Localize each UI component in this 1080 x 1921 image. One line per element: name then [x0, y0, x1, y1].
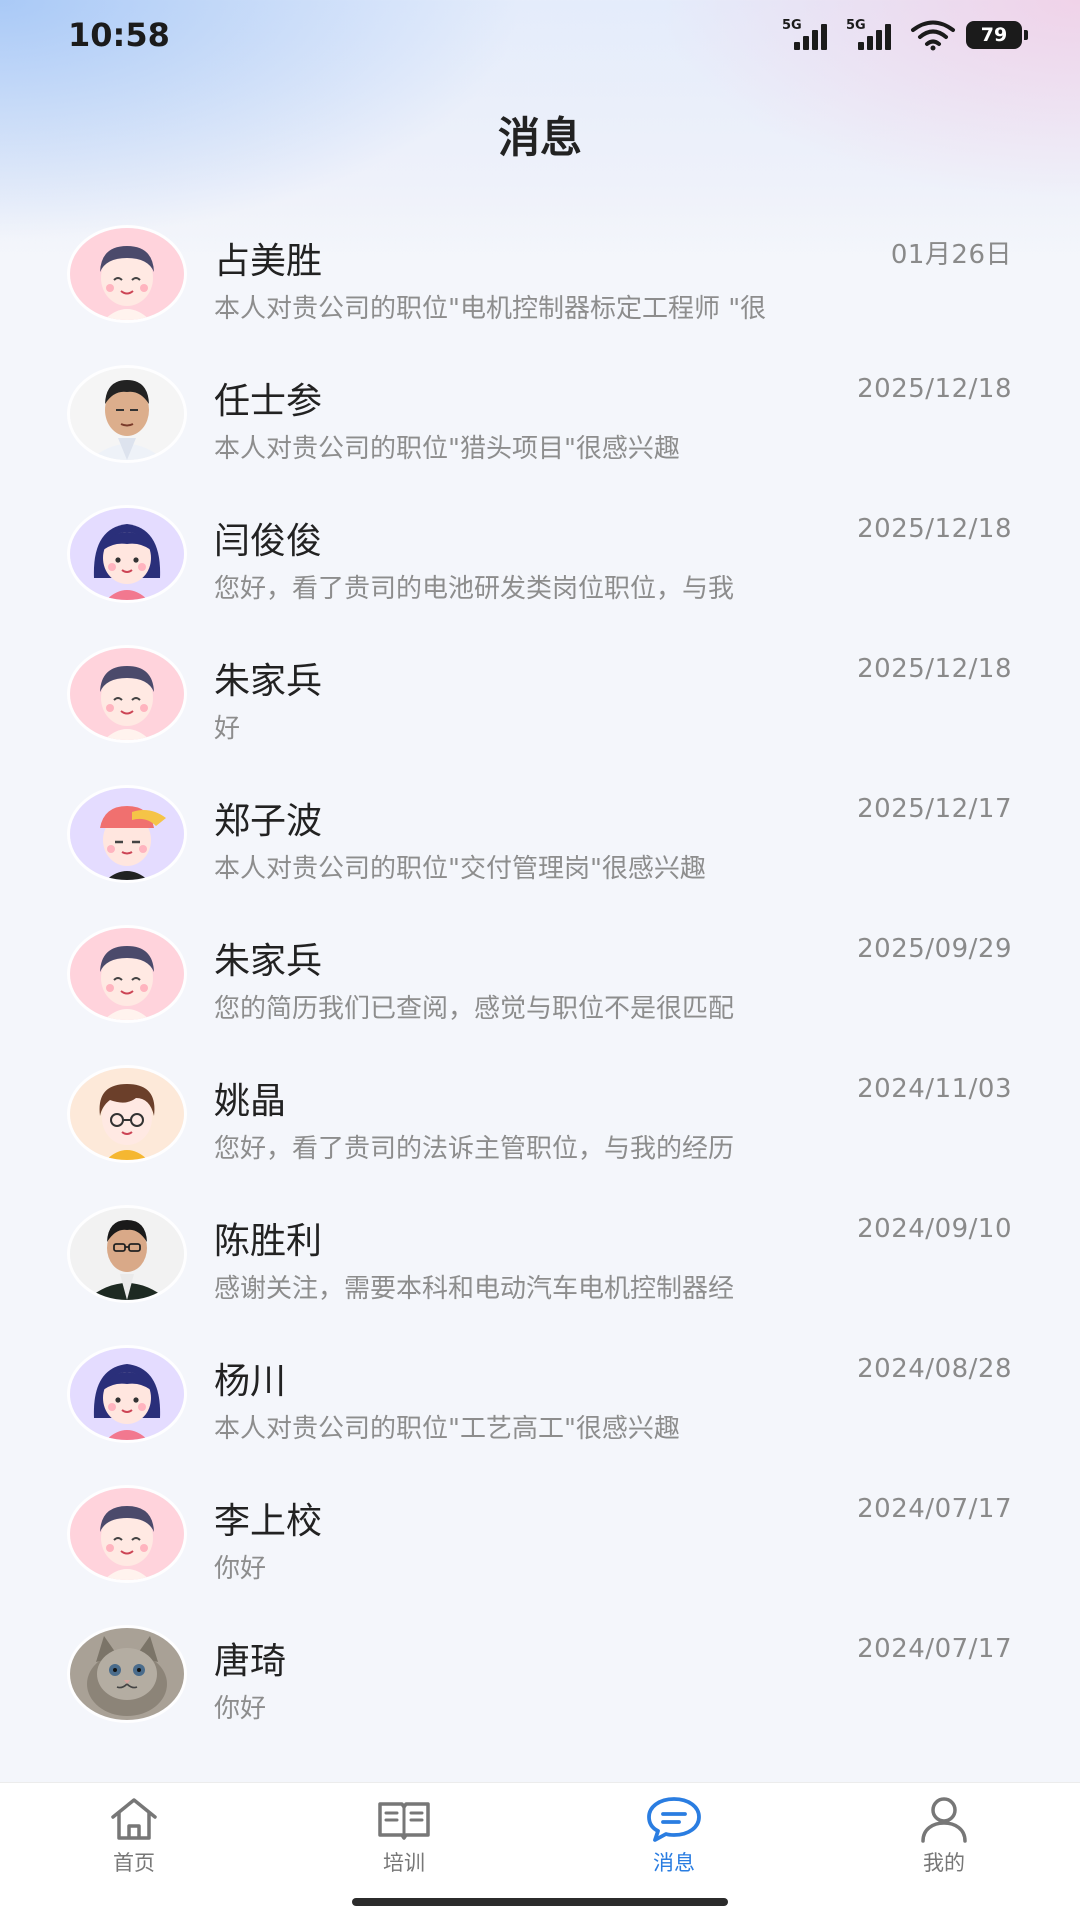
- conversation-item[interactable]: 任士参 2025/12/18 本人对贵公司的职位"猎头项目"很感兴趣: [0, 344, 1080, 484]
- message-preview: 本人对贵公司的职位"交付管理岗"很感兴趣: [214, 854, 706, 884]
- avatar[interactable]: [70, 508, 184, 600]
- avatar[interactable]: [70, 928, 184, 1020]
- conversation-item[interactable]: 唐琦 2024/07/17 你好: [0, 1604, 1080, 1744]
- avatar[interactable]: [70, 1208, 184, 1300]
- message-date: 2024/11/03: [857, 1074, 1012, 1104]
- status-bar: 10:58 5G 5G 79: [0, 0, 1080, 72]
- message-date: 2025/12/18: [857, 514, 1012, 544]
- conversation-item[interactable]: 陈胜利 2024/09/10 感谢关注，需要本科和电动汽车电机控制器经: [0, 1184, 1080, 1324]
- tab-messages[interactable]: 消息: [604, 1795, 744, 1877]
- tab-training[interactable]: 培训: [334, 1795, 474, 1877]
- avatar[interactable]: [70, 788, 184, 880]
- message-date: 2024/09/10: [857, 1214, 1012, 1244]
- conversation-item[interactable]: 李上校 2024/07/17 你好: [0, 1464, 1080, 1604]
- book-icon: [378, 1802, 430, 1840]
- contact-name: 唐琦: [214, 1641, 287, 1682]
- conversation-item[interactable]: 朱家兵 2025/12/18 好: [0, 624, 1080, 764]
- message-preview: 你好: [214, 1694, 267, 1724]
- battery-indicator: 79: [966, 21, 1028, 49]
- contact-name: 闫俊俊: [214, 521, 323, 562]
- status-time: 10:58: [68, 16, 170, 54]
- conversation-item[interactable]: 朱家兵 2025/09/29 您的简历我们已查阅，感觉与职位不是很匹配: [0, 904, 1080, 1044]
- tab-mine[interactable]: 我的: [874, 1795, 1014, 1877]
- message-date: 2025/12/17: [857, 794, 1012, 824]
- contact-name: 任士参: [214, 381, 323, 422]
- message-date: 2024/08/28: [857, 1354, 1012, 1384]
- avatar[interactable]: [70, 368, 184, 460]
- avatar[interactable]: [70, 228, 184, 320]
- message-preview: 好: [214, 714, 241, 744]
- message-date: 2024/07/17: [857, 1494, 1012, 1524]
- contact-name: 占美胜: [214, 241, 323, 282]
- conversation-item[interactable]: 占美胜 01月26日本人对贵公司的职位"电机控制器标定工程师 "很: [0, 204, 1080, 344]
- contact-name: 姚晶: [214, 1081, 287, 1122]
- page-title: 消息: [497, 113, 582, 162]
- tab-home[interactable]: 首页: [64, 1795, 204, 1877]
- message-date: 2025/09/29: [857, 934, 1012, 964]
- conversation-list[interactable]: 占美胜 01月26日本人对贵公司的职位"电机控制器标定工程师 "很任士参 2025/…: [0, 204, 1080, 1782]
- message-date: 2025/12/18: [857, 374, 1012, 404]
- contact-name: 朱家兵: [214, 661, 323, 702]
- contact-name: 郑子波: [214, 801, 323, 842]
- message-preview: 本人对贵公司的职位"工艺高工"很感兴趣: [214, 1414, 680, 1444]
- cellular-signal-icon: 5G: [846, 18, 900, 52]
- message-preview: 您的简历我们已查阅，感觉与职位不是很匹配: [214, 994, 735, 1024]
- conversation-item[interactable]: 闫俊俊 2025/12/18 您好，看了贵司的电池研发类岗位职位，与我: [0, 484, 1080, 624]
- avatar[interactable]: [70, 1068, 184, 1160]
- home-icon: [111, 1798, 157, 1840]
- message-preview: 本人对贵公司的职位"猎头项目"很感兴趣: [214, 434, 680, 464]
- cellular-signal-icon: 5G: [782, 18, 836, 52]
- person-icon: [921, 1797, 967, 1843]
- contact-name: 杨川: [214, 1361, 287, 1402]
- message-preview: 感谢关注，需要本科和电动汽车电机控制器经: [214, 1274, 735, 1304]
- contact-name: 朱家兵: [214, 941, 323, 982]
- avatar[interactable]: [70, 1488, 184, 1580]
- conversation-item[interactable]: 姚晶 2024/11/03 您好，看了贵司的法诉主管职位，与我的经历: [0, 1044, 1080, 1184]
- message-preview: 您好，看了贵司的电池研发类岗位职位，与我: [214, 574, 735, 604]
- avatar[interactable]: [70, 1628, 184, 1720]
- message-date: 01月26日: [890, 240, 1012, 270]
- message-preview: 本人对贵公司的职位"电机控制器标定工程师 "很: [214, 294, 767, 324]
- avatar[interactable]: [70, 1348, 184, 1440]
- message-date: 2025/12/18: [857, 654, 1012, 684]
- message-date: 2024/07/17: [857, 1634, 1012, 1664]
- home-indicator[interactable]: [352, 1898, 728, 1906]
- status-icons: 5G 5G 79: [782, 18, 1028, 52]
- avatar[interactable]: [70, 648, 184, 740]
- wifi-icon: [911, 20, 955, 51]
- message-preview: 您好，看了贵司的法诉主管职位，与我的经历: [214, 1134, 735, 1164]
- contact-name: 李上校: [214, 1501, 323, 1542]
- conversation-item[interactable]: 杨川 2024/08/28 本人对贵公司的职位"工艺高工"很感兴趣: [0, 1324, 1080, 1464]
- chat-bubble-icon: [647, 1797, 701, 1842]
- message-preview: 你好: [214, 1554, 267, 1584]
- conversation-item[interactable]: 郑子波 2025/12/17 本人对贵公司的职位"交付管理岗"很感兴趣: [0, 764, 1080, 904]
- contact-name: 陈胜利: [214, 1221, 323, 1262]
